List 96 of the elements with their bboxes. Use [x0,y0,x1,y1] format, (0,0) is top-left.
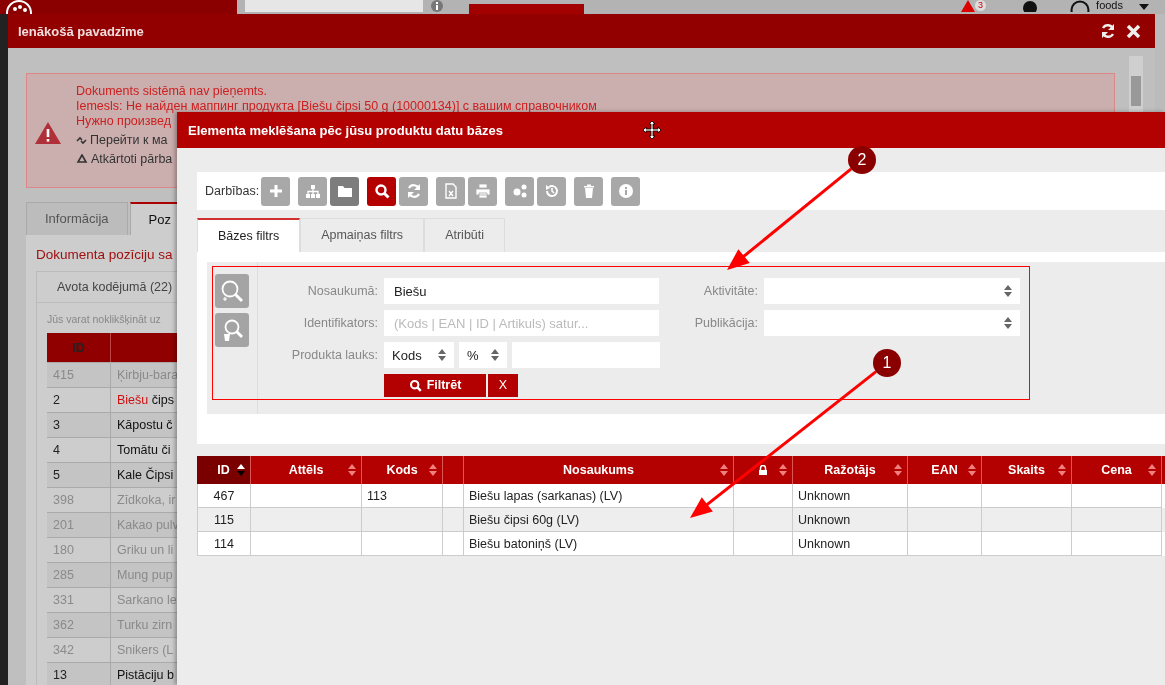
folder-button[interactable] [330,176,360,206]
table-cell: 13 [47,663,111,685]
table-cell: 5 [47,463,111,487]
table-cell: 342 [47,638,111,662]
user-name[interactable]: foods [1096,0,1123,11]
gears-icon [511,183,528,199]
table-cell: 3 [47,413,111,437]
filter-button[interactable]: Filtrēt [384,373,486,397]
history-button[interactable] [537,176,567,206]
operator-dropdown[interactable]: % [459,342,507,368]
clear-search-button[interactable] [215,313,249,347]
plus-icon [267,183,284,199]
search-icon [373,183,390,199]
table-cell-text: Ķirbju-bara [116,368,179,382]
table-cell: Unknown [793,532,908,556]
action-link[interactable]: Перейти к ма [90,133,168,148]
folder-icon [336,183,353,199]
table-cell [734,532,793,556]
field-label: Identifikators: [302,316,378,330]
updown-icon [1004,285,1012,297]
zoom-in-button[interactable] [215,274,249,308]
alert-icon[interactable] [961,0,976,12]
field-label: Produkta lauks: [290,348,378,362]
refresh-icon[interactable] [1100,23,1116,39]
table-cell-text: Turku zirn [116,618,173,632]
table-cell: 180 [47,538,111,562]
info-button[interactable] [611,176,641,206]
table-cell: 415 [47,363,111,387]
printer-icon [474,183,491,199]
table-cell-text: Sarkano le [116,593,177,607]
table-cell: 4 [47,438,111,462]
table-cell: 285 [47,563,111,587]
table-cell-text: Kale Čipsi [116,468,174,482]
field-dropdown[interactable]: Kods [384,342,454,368]
tab[interactable]: Atribūti [424,218,506,252]
sort-icon[interactable] [237,464,245,476]
caret-icon[interactable] [1139,4,1149,10]
delete-button[interactable] [574,176,604,206]
close-icon[interactable] [1126,23,1141,39]
print-button[interactable] [468,176,498,206]
lock-icon [758,465,768,475]
table-cell-text: Biešu čips [116,393,174,407]
table-cell: 362 [47,613,111,637]
table-cell: 2 [47,388,111,412]
alert-text: Нужно произвед [76,114,172,129]
table-cell: 114 [197,532,251,556]
column-header[interactable]: ID [197,456,251,484]
history-icon [543,183,560,199]
warning-icon [35,122,61,144]
tab[interactable]: Apmaiņas filtrs [300,218,425,252]
table-cell-text: Zīdkoka, ir [116,493,176,507]
table-cell-text: Mung pup [116,568,173,582]
table-cell-text: Kāpostu č [116,418,173,432]
updown-icon [491,349,499,361]
identifier-field[interactable]: (Kods | EAN | ID | Artikuls) satur... [384,310,659,336]
settings-button[interactable] [505,176,535,206]
hint-text: Jūs varat noklikšķināt uz [46,312,161,327]
table-cell-text: Pistāciju b [116,668,174,682]
add-button[interactable] [261,176,291,206]
tab[interactable]: Bāzes filtrs [197,218,301,252]
spreadsheet-icon [442,183,459,199]
refresh-icon [405,183,422,199]
field-label: Aktivitāte: [702,284,758,298]
action-link[interactable]: Atkārtoti pārba [91,152,173,167]
table-cell: 331 [47,588,111,612]
search-icon [408,378,422,392]
table-cell-text: Tomātu či [116,443,171,457]
table-cell: 201 [47,513,111,537]
alert-text: Dokuments sistēmā nav pieņemts. [76,84,269,99]
field-label: Publikācija: [693,316,758,330]
window-title: Ienākošā pavadzīme [18,23,145,39]
move-cursor-icon [642,120,662,140]
table-cell: Biešu batoniņš (LV) [464,532,734,556]
hierarchy-icon [304,183,321,199]
user-icon[interactable] [1070,0,1091,12]
notification-count: 3 [975,0,987,11]
table-cell [443,532,464,556]
clear-button[interactable]: X [488,373,518,397]
table-cell-text: Snikers (L [116,643,174,657]
table-cell: 398 [47,488,111,512]
name-field[interactable]: Biešu [384,278,659,304]
excel-button[interactable] [436,176,466,206]
info-icon[interactable] [431,0,443,12]
tab[interactable]: Informācija [26,202,128,235]
tree-button[interactable] [298,176,328,206]
toolbar-label: Darbības: [205,184,260,198]
dialog-title: Elementa meklēšana pēc jūsu produktu datu bāzes [188,122,504,138]
info-icon [617,183,634,199]
zoom-plus-icon [219,278,245,304]
section-title: Dokumenta pozīciju sa [36,247,174,262]
logo-icon [6,0,32,14]
search-button[interactable] [367,176,397,206]
field-label: Nosaukumā: [306,284,378,298]
updown-icon [1004,317,1012,329]
updown-icon [438,349,446,361]
search-field[interactable] [245,0,423,12]
